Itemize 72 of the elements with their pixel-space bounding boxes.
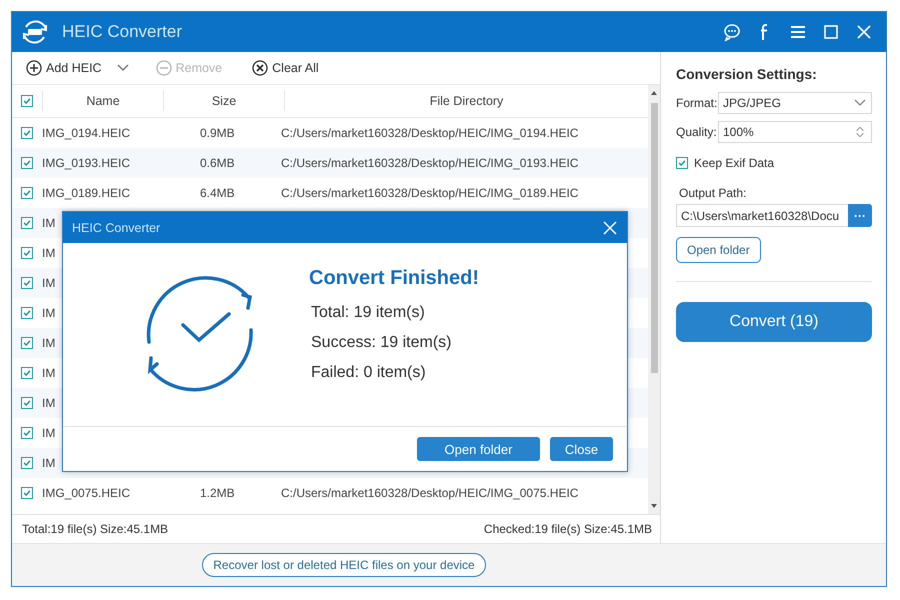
dialog-title: HEIC Converter: [72, 220, 160, 234]
scroll-down-icon[interactable]: [649, 502, 659, 510]
row-checkbox[interactable]: [21, 487, 33, 499]
total-status: Total:19 file(s) Size:45.1MB: [22, 522, 168, 536]
file-name: IM: [42, 246, 56, 260]
row-checkbox[interactable]: [21, 307, 33, 319]
row-checkbox[interactable]: [21, 337, 33, 349]
row-checkbox[interactable]: [21, 277, 33, 289]
open-folder-button[interactable]: Open folder: [676, 237, 761, 263]
file-size: 1.2MB: [200, 486, 235, 500]
file-name: IM: [42, 336, 56, 350]
file-name: IM: [42, 426, 56, 440]
output-path-field[interactable]: C:\Users\market160328\Docu: [676, 204, 848, 227]
quality-label: Quality:: [676, 125, 718, 139]
convert-button[interactable]: Convert (19): [676, 302, 872, 342]
row-checkbox[interactable]: [21, 367, 33, 379]
recover-link-button[interactable]: Recover lost or deleted HEIC files on your device: [202, 553, 486, 577]
row-checkbox[interactable]: [21, 427, 33, 439]
row-checkbox[interactable]: [21, 187, 33, 199]
row-checkbox[interactable]: [21, 397, 33, 409]
format-label: Format:: [676, 96, 718, 110]
file-name: IMG_0189.HEIC: [42, 186, 130, 200]
scroll-up-icon[interactable]: [649, 89, 659, 97]
file-name: IM: [42, 396, 56, 410]
open-folder-button[interactable]: Open folder: [417, 437, 540, 461]
settings-title: Conversion Settings:: [676, 66, 818, 82]
row-checkbox[interactable]: [21, 157, 33, 169]
checked-status: Checked:19 file(s) Size:45.1MB: [484, 522, 652, 536]
scrollbar[interactable]: [648, 85, 660, 514]
exif-checkbox[interactable]: [676, 157, 688, 169]
row-checkbox[interactable]: [21, 247, 33, 259]
x-circle-icon: [252, 60, 268, 76]
format-dropdown[interactable]: JPG/JPEG: [718, 92, 872, 114]
file-path: C:/Users/market160328/Desktop/HEIC/IMG_0194.HEIC: [281, 126, 578, 140]
chat-icon[interactable]: [722, 22, 742, 42]
row-checkbox[interactable]: [21, 457, 33, 469]
column-header[interactable]: Name: [42, 91, 163, 111]
file-name: IM: [42, 366, 56, 380]
plus-circle-icon: [26, 60, 42, 76]
file-size: 0.6MB: [200, 156, 235, 170]
file-size: 0.9MB: [200, 126, 235, 140]
result-line: Total: 19 item(s): [311, 304, 426, 322]
exif-label: Keep Exif Data: [694, 156, 774, 170]
row-checkbox[interactable]: [21, 217, 33, 229]
maximize-icon[interactable]: [821, 22, 841, 42]
select-all-checkbox[interactable]: [21, 95, 33, 107]
file-path: C:/Users/market160328/Desktop/HEIC/IMG_0189.HEIC: [281, 186, 578, 200]
clear-button[interactable]: Clear All: [250, 58, 321, 78]
file-name: IMG_0193.HEIC: [42, 156, 130, 170]
column-header[interactable]: Size: [163, 91, 284, 111]
file-name: IMG_0194.HEIC: [42, 126, 130, 140]
file-name: IM: [42, 306, 56, 320]
file-name: IM: [42, 216, 56, 230]
dialog-heading: Convert Finished!: [309, 267, 480, 290]
quality-spinbox[interactable]: 100%: [718, 121, 872, 143]
browse-button[interactable]: ···: [848, 204, 872, 227]
result-line: Failed: 0 item(s): [311, 364, 427, 382]
file-size: 6.4MB: [200, 186, 235, 200]
close-icon[interactable]: [602, 220, 618, 236]
minus-circle-icon: [156, 60, 172, 76]
window-title: HEIC Converter: [62, 22, 182, 42]
file-name: IMG_0075.HEIC: [42, 486, 130, 500]
add-button[interactable]: Add HEIC: [24, 58, 104, 78]
file-path: C:/Users/market160328/Desktop/HEIC/IMG_0075.HEIC: [281, 486, 578, 500]
output-path-label: Output Path:: [679, 186, 748, 200]
file-name: IM: [42, 456, 56, 470]
row-checkbox[interactable]: [21, 127, 33, 139]
result-line: Success: 19 item(s): [311, 334, 452, 352]
file-path: C:/Users/market160328/Desktop/HEIC/IMG_0193.HEIC: [281, 156, 578, 170]
dropdown-caret-icon[interactable]: [116, 63, 130, 73]
close-button[interactable]: Close: [550, 437, 613, 461]
file-name: IM: [42, 276, 56, 290]
